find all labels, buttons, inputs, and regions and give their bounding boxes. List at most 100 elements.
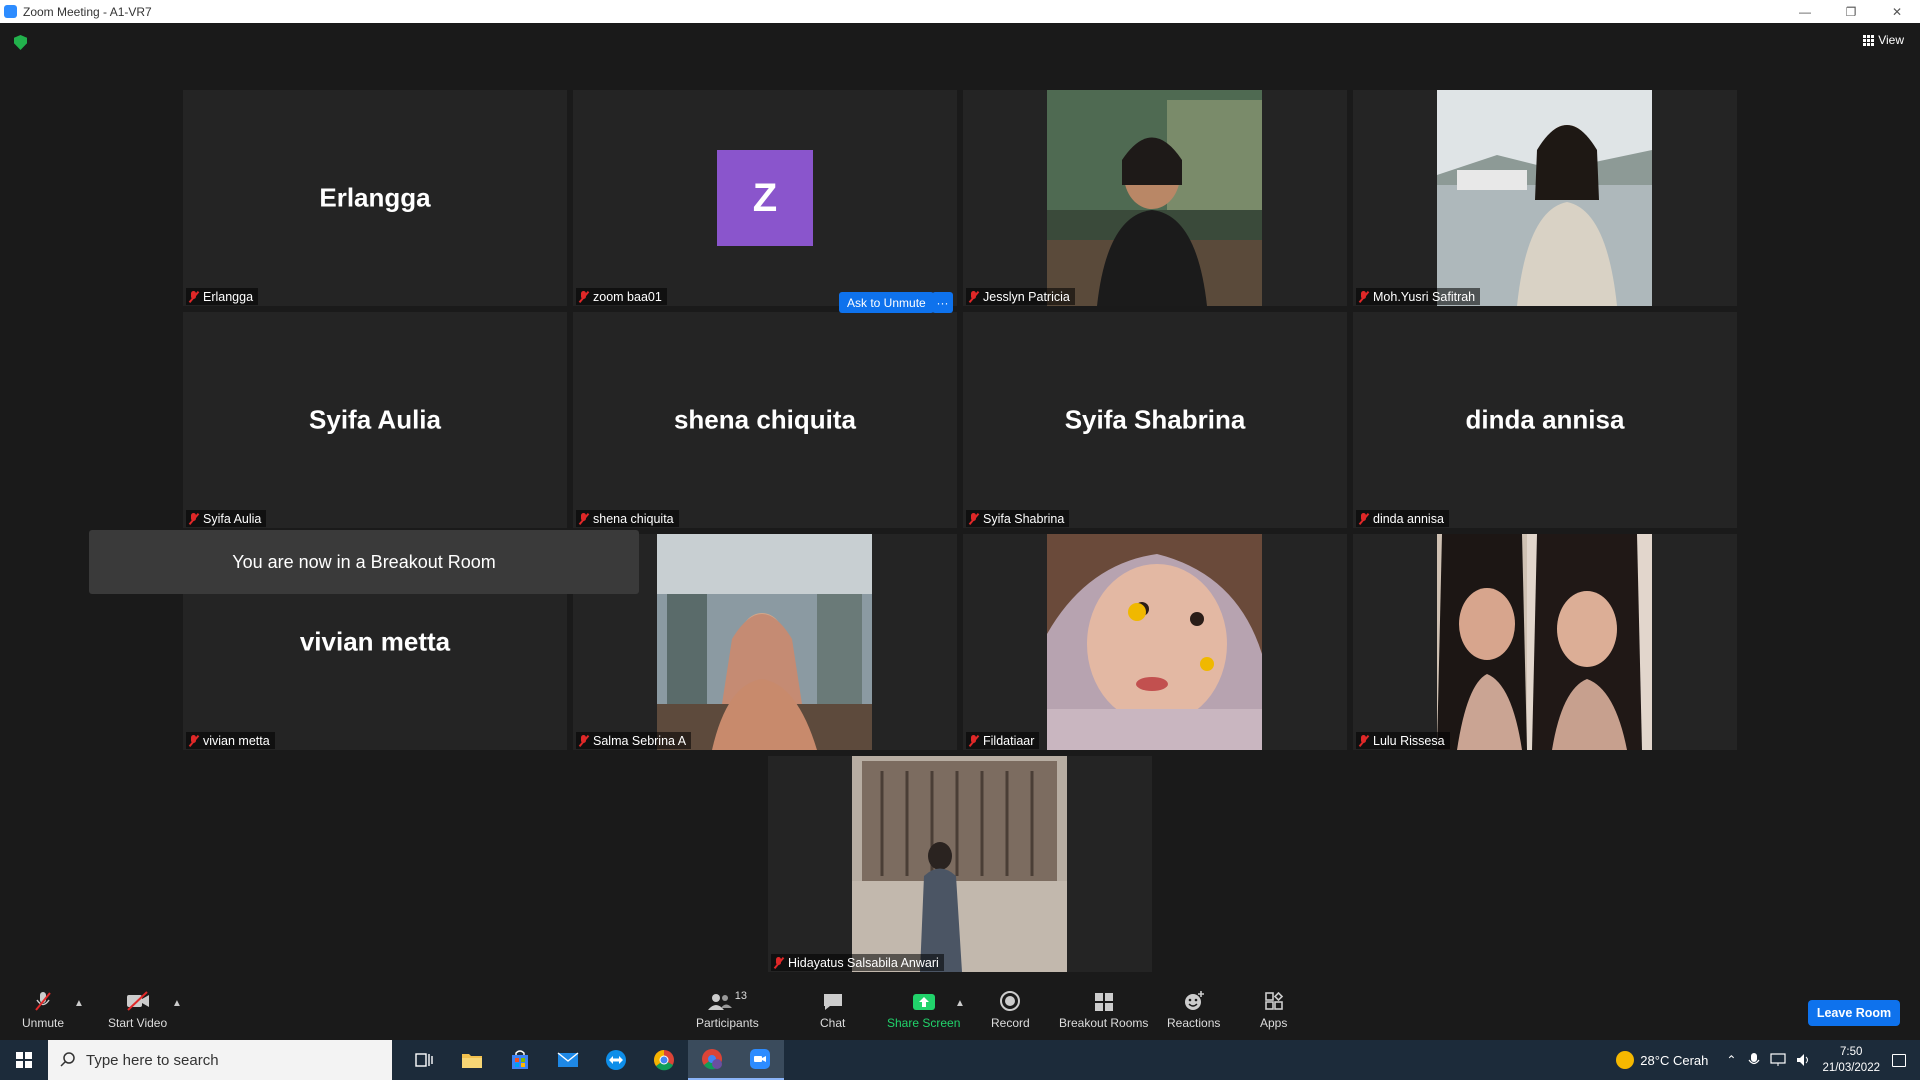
share-options-chevron-icon[interactable]: ▲: [955, 998, 965, 1009]
participant-label: Salma Sebrina A: [576, 732, 692, 749]
video-tile[interactable]: dinda annisa dinda annisa: [1353, 312, 1737, 528]
leave-room-button[interactable]: Leave Room: [1808, 1000, 1900, 1026]
minimize-button[interactable]: —: [1782, 0, 1828, 23]
participant-display-name: vivian metta: [299, 626, 451, 657]
video-tile[interactable]: Syifa Aulia Syifa Aulia: [183, 312, 567, 528]
zoom-app-icon: [4, 5, 17, 18]
participant-video: [1047, 90, 1262, 306]
mic-muted-icon: [188, 290, 199, 303]
view-button[interactable]: View: [1863, 33, 1904, 47]
mic-muted-icon: [968, 290, 979, 303]
video-tile[interactable]: Jesslyn Patricia: [963, 90, 1347, 306]
share-screen-button[interactable]: Share Screen: [887, 990, 960, 1030]
participant-name: Fildatiaar: [983, 733, 1035, 748]
teamviewer-icon[interactable]: [592, 1040, 640, 1080]
video-tile[interactable]: Moh.Yusri Safitrah: [1353, 90, 1737, 306]
participant-video: [1437, 90, 1652, 306]
clock-date: 21/03/2022: [1822, 1062, 1880, 1074]
participants-icon: [707, 994, 732, 1010]
participant-name: dinda annisa: [1373, 511, 1444, 526]
windows-logo-icon: [16, 1052, 32, 1068]
video-tile[interactable]: Erlangga Erlangga: [183, 90, 567, 306]
mic-muted-icon: [968, 512, 979, 525]
apps-button[interactable]: Apps: [1260, 990, 1287, 1030]
start-video-button[interactable]: Start Video: [108, 990, 167, 1030]
participant-label: vivian metta: [186, 732, 275, 749]
reactions-label: Reactions: [1167, 1016, 1221, 1030]
start-button[interactable]: [0, 1040, 48, 1080]
weather-widget[interactable]: 28°C Cerah: [1616, 1051, 1708, 1069]
video-tile[interactable]: Z zoom baa01: [573, 90, 957, 306]
show-hidden-icons-chevron-icon[interactable]: ⌃: [1726, 1053, 1736, 1067]
record-icon: [1000, 991, 1021, 1011]
participant-name: Syifa Aulia: [203, 511, 262, 526]
mic-muted-icon: [773, 956, 784, 969]
mail-icon[interactable]: [544, 1040, 592, 1080]
window-titlebar: Zoom Meeting - A1-VR7 — ❐ ✕: [0, 0, 1920, 23]
participant-label: Erlangga: [186, 288, 259, 305]
search-placeholder: Type here to search: [86, 1051, 219, 1069]
meeting-toolbar: Unmute ▲ Start Video ▲ 13 Participants C…: [0, 980, 1920, 1040]
share-screen-icon: [912, 994, 935, 1010]
restore-button[interactable]: ❐: [1828, 0, 1874, 23]
more-options-button[interactable]: ···: [932, 292, 953, 313]
chrome-icon[interactable]: [640, 1040, 688, 1080]
breakout-rooms-button[interactable]: Breakout Rooms: [1059, 990, 1148, 1030]
video-off-icon: [126, 991, 149, 1011]
chat-label: Chat: [820, 1016, 846, 1030]
breakout-rooms-icon: [1094, 993, 1113, 1011]
participant-label: Syifa Aulia: [186, 510, 267, 527]
taskbar-search-input[interactable]: Type here to search: [48, 1040, 392, 1080]
encryption-shield-icon[interactable]: [14, 35, 27, 50]
participant-video: [852, 756, 1067, 972]
clock-time: 7:50: [1840, 1046, 1863, 1058]
store-icon[interactable]: [496, 1040, 544, 1080]
participant-video: [1047, 534, 1262, 750]
video-tile[interactable]: Fildatiaar: [963, 534, 1347, 750]
participants-label: Participants: [696, 1016, 759, 1030]
task-view-icon[interactable]: [400, 1040, 448, 1080]
mic-muted-icon: [578, 734, 589, 747]
participant-name: Salma Sebrina A: [593, 733, 687, 748]
participant-label: Jesslyn Patricia: [966, 288, 1075, 305]
participant-label: zoom baa01: [576, 288, 667, 305]
chrome-profile-icon[interactable]: [688, 1040, 736, 1080]
microphone-icon: [1748, 1053, 1760, 1065]
video-options-chevron-icon[interactable]: ▲: [172, 998, 182, 1009]
notification-center-icon[interactable]: [1892, 1053, 1906, 1067]
video-tile[interactable]: Hidayatus Salsabila Anwari: [768, 756, 1152, 972]
taskbar-clock[interactable]: 7:50 21/03/2022: [1822, 1044, 1880, 1076]
breakout-rooms-label: Breakout Rooms: [1059, 1016, 1149, 1030]
windows-taskbar: Type here to search 28°C Cerah ⌃ 7:50 21…: [0, 1040, 1920, 1080]
window-title: Zoom Meeting - A1-VR7: [23, 4, 152, 19]
participant-name: Syifa Shabrina: [983, 511, 1065, 526]
start-video-label: Start Video: [108, 1016, 168, 1030]
record-label: Record: [991, 1016, 1030, 1030]
system-tray: 28°C Cerah ⌃ 7:50 21/03/2022: [1616, 1040, 1920, 1080]
record-button[interactable]: Record: [991, 990, 1030, 1030]
reactions-button[interactable]: Reactions: [1167, 990, 1220, 1030]
file-explorer-icon[interactable]: [448, 1040, 496, 1080]
participant-label: shena chiquita: [576, 510, 679, 527]
video-tile[interactable]: Syifa Shabrina Syifa Shabrina: [963, 312, 1347, 528]
audio-options-chevron-icon[interactable]: ▲: [74, 998, 84, 1009]
video-tile[interactable]: shena chiquita shena chiquita: [573, 312, 957, 528]
unmute-button[interactable]: Unmute: [22, 990, 64, 1030]
participant-name: vivian metta: [203, 733, 270, 748]
view-label: View: [1878, 33, 1904, 47]
chat-icon: [823, 994, 842, 1010]
participants-button[interactable]: 13 Participants: [696, 990, 759, 1030]
chat-button[interactable]: Chat: [820, 990, 845, 1030]
weather-text: 28°C Cerah: [1640, 1052, 1709, 1068]
zoom-taskbar-icon[interactable]: [736, 1040, 784, 1080]
close-button[interactable]: ✕: [1874, 0, 1920, 23]
participant-video: [1437, 534, 1652, 750]
mic-muted-icon: [1358, 290, 1369, 303]
video-tile[interactable]: Lulu Rissesa: [1353, 534, 1737, 750]
participant-name: Hidayatus Salsabila Anwari: [788, 955, 939, 970]
mic-muted-icon: [578, 290, 589, 303]
weather-sun-icon: [1616, 1051, 1635, 1069]
participant-display-name: Erlangga: [319, 182, 431, 213]
ask-to-unmute-button[interactable]: Ask to Unmute: [839, 292, 934, 313]
grid-view-icon: [1863, 34, 1875, 46]
